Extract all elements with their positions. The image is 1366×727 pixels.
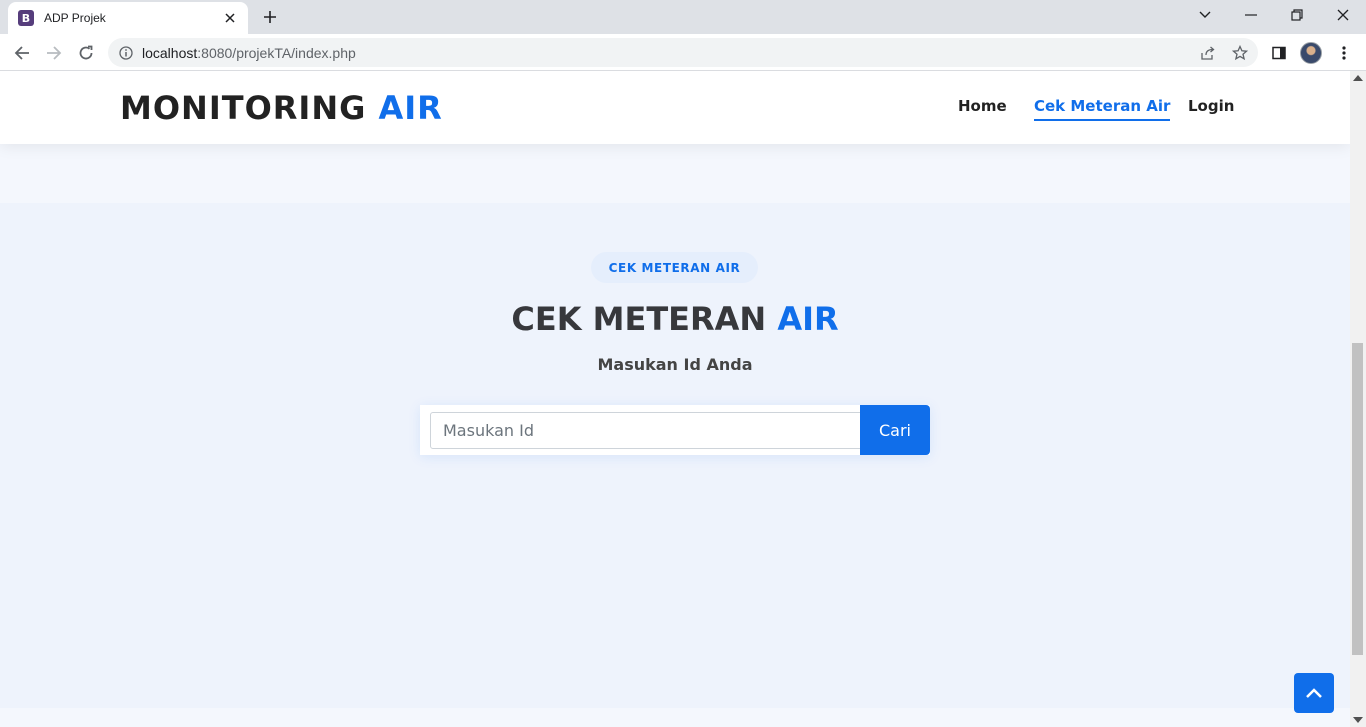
address-bar[interactable]: localhost:8080/projekTA/index.php (108, 38, 1258, 67)
profile-avatar[interactable] (1300, 42, 1322, 64)
minimize-button[interactable] (1228, 0, 1274, 30)
reload-icon[interactable] (73, 40, 99, 66)
forward-arrow-icon[interactable] (41, 40, 67, 66)
section-badge: CEK METERAN AIR (591, 252, 758, 283)
page-viewport: MONITORING AIR Home Cek Meteran Air Logi… (0, 71, 1350, 727)
nav-home[interactable]: Home (958, 97, 1007, 119)
side-panel-icon[interactable] (1268, 42, 1290, 64)
share-icon[interactable] (1198, 43, 1218, 63)
scroll-down-arrow-icon[interactable] (1353, 717, 1363, 723)
window-close-button[interactable] (1320, 0, 1366, 30)
tab-title: ADP Projek (44, 11, 106, 25)
site-header: MONITORING AIR Home Cek Meteran Air Logi… (0, 71, 1350, 144)
restore-button[interactable] (1274, 0, 1320, 30)
back-arrow-icon[interactable] (9, 40, 35, 66)
bootstrap-icon: B (18, 10, 34, 26)
bookmark-star-icon[interactable] (1230, 43, 1250, 63)
nav-login[interactable]: Login (1188, 97, 1234, 119)
browser-tab[interactable]: B ADP Projek (8, 2, 248, 34)
nav-cek-meteran-air[interactable]: Cek Meteran Air (1034, 97, 1171, 121)
browser-tabstrip: B ADP Projek (0, 0, 1366, 34)
close-icon[interactable] (222, 10, 238, 26)
arrow-up-icon (1306, 688, 1322, 698)
info-icon[interactable] (118, 45, 134, 61)
id-input[interactable] (430, 412, 862, 449)
search-form: Cari (420, 405, 930, 455)
section-title: CEK METERAN AIR (511, 300, 839, 338)
url-text: localhost:8080/projekTA/index.php (142, 44, 356, 61)
site-logo[interactable]: MONITORING AIR (120, 89, 443, 127)
kebab-menu-icon[interactable] (1333, 42, 1355, 64)
page-scrollbar[interactable] (1350, 71, 1366, 727)
tab-search-icon[interactable] (1182, 0, 1228, 30)
back-to-top-button[interactable] (1294, 673, 1334, 713)
section-subtitle: Masukan Id Anda (597, 355, 753, 374)
browser-toolbar: localhost:8080/projekTA/index.php (0, 34, 1366, 71)
cek-meteran-section: CEK METERAN AIR CEK METERAN AIR Masukan … (0, 203, 1350, 708)
new-tab-button[interactable] (258, 5, 282, 29)
avatar (1300, 42, 1322, 64)
scrollbar-thumb[interactable] (1352, 343, 1363, 655)
scroll-up-arrow-icon[interactable] (1353, 75, 1363, 81)
search-button[interactable]: Cari (860, 405, 930, 455)
